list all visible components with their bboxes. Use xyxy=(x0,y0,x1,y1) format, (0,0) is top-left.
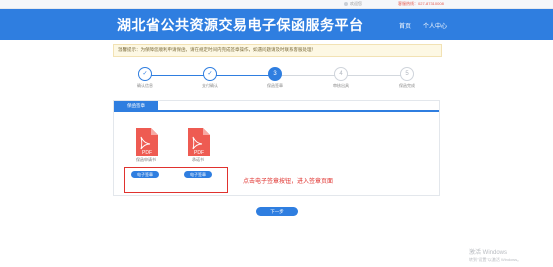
user-icon xyxy=(344,2,348,6)
step-2: ✓ 支付确认 xyxy=(180,67,240,89)
user-name: 欢迎您 xyxy=(350,1,362,6)
annotation-hint: 点击电子签章按钮，进入签章页面 xyxy=(243,179,334,185)
step-4: 4 审核出具 xyxy=(311,67,371,89)
highlight-box xyxy=(124,167,228,193)
tab-signature[interactable]: 保函签章 xyxy=(114,101,158,110)
step-5: 5 保函完成 xyxy=(377,67,437,89)
step-3-label: 保函签章 xyxy=(267,83,283,88)
document-1[interactable]: PDF 保函申请书 xyxy=(134,128,158,163)
step-4-number: 4 xyxy=(334,67,348,81)
notice-text: 温馨提示：为保障您顺利申请保函，请在规定时间内完成签章操作，如遇问题请及时联系客… xyxy=(118,47,316,52)
watermark-line-1: 激活 Windows xyxy=(469,250,508,256)
panel-tab-bar: 保函签章 xyxy=(114,101,439,112)
document-2-name: 承诺书 xyxy=(192,157,204,162)
step-4-label: 审核出具 xyxy=(333,83,349,88)
next-button[interactable]: 下一步 xyxy=(256,207,298,216)
step-2-check-icon: ✓ xyxy=(203,67,217,81)
hotline-text: 客服热线：027-87310008 xyxy=(398,1,444,6)
step-3: 3 保函签章 xyxy=(245,67,305,89)
step-3-number: 3 xyxy=(268,67,282,81)
document-1-name: 保函申请书 xyxy=(136,157,156,162)
step-5-label: 保函完成 xyxy=(399,83,415,88)
site-header: 湖北省公共资源交易电子保函服务平台 首页 个人中心 xyxy=(0,9,553,40)
svg-text:PDF: PDF xyxy=(142,150,152,156)
svg-text:PDF: PDF xyxy=(194,150,204,156)
progress-steps: ✓ 确认信息 ✓ 支付确认 3 保函签章 4 审核出具 5 保函完成 xyxy=(113,59,440,93)
step-5-number: 5 xyxy=(400,67,414,81)
step-2-label: 支付确认 xyxy=(202,83,218,88)
step-1-check-icon: ✓ xyxy=(138,67,152,81)
user-info[interactable]: 欢迎您 xyxy=(344,1,362,7)
top-nav: 首页 个人中心 xyxy=(399,21,447,30)
top-strip: 欢迎您 客服热线：027-87310008 xyxy=(0,0,553,9)
nav-user-center[interactable]: 个人中心 xyxy=(423,21,447,30)
nav-home[interactable]: 首页 xyxy=(399,21,411,30)
notice-bar: 温馨提示：为保障您顺利申请保函，请在规定时间内完成签章操作，如遇问题请及时联系客… xyxy=(113,44,442,57)
pdf-file-icon: PDF xyxy=(134,128,158,156)
watermark-line-2: 转到"设置"以激活 Windows。 xyxy=(469,257,522,262)
site-title: 湖北省公共资源交易电子保函服务平台 xyxy=(117,17,364,33)
document-2[interactable]: PDF 承诺书 xyxy=(186,128,210,163)
step-1: ✓ 确认信息 xyxy=(115,67,175,89)
pdf-file-icon: PDF xyxy=(186,128,210,156)
windows-watermark: 激活 Windows 转到"设置"以激活 Windows。 xyxy=(469,247,521,263)
step-1-label: 确认信息 xyxy=(137,83,153,88)
